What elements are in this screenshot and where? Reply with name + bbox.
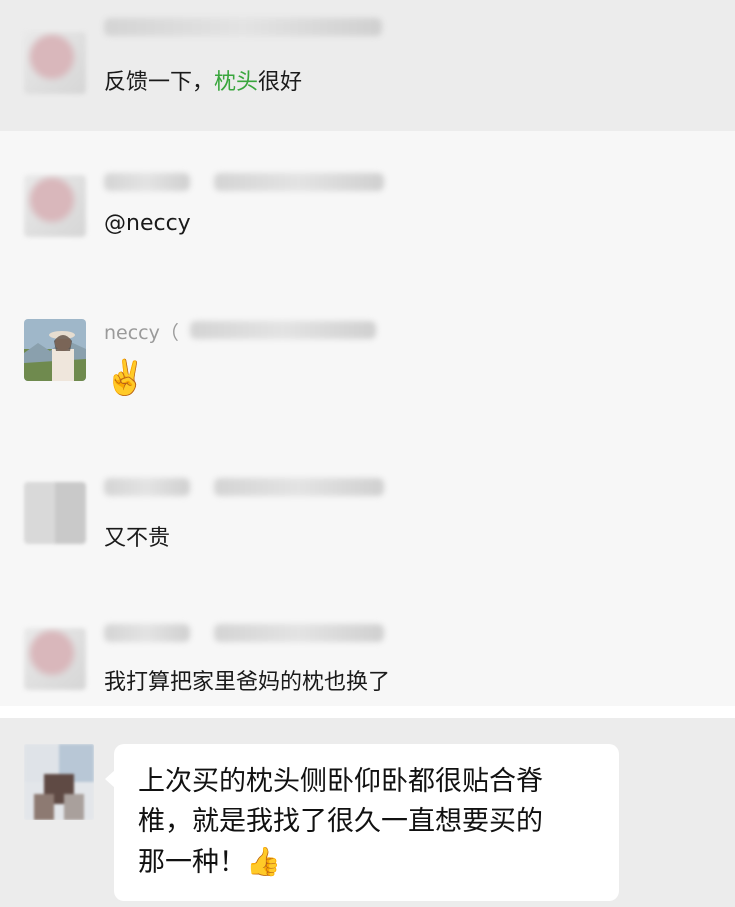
message-text: @neccy (104, 211, 191, 236)
avatar[interactable] (24, 628, 86, 690)
sender-name-blurred (214, 173, 384, 191)
message-text: 反馈一下，枕头很好 (104, 64, 302, 96)
sender-name-blurred (104, 173, 190, 191)
avatar[interactable] (24, 32, 86, 94)
message-line: 上次买的枕头侧卧仰卧都很贴合脊 (138, 766, 543, 797)
message-row[interactable]: 我打算把家里爸妈的枕也换了 (0, 584, 735, 706)
sender-name-blurred (214, 624, 384, 642)
avatar[interactable] (24, 482, 86, 544)
message-text: 又不贵 (104, 526, 171, 551)
message-keyword-link[interactable]: 枕头 (214, 70, 258, 95)
message-line: 椎，就是我找了很久一直想要买的 (138, 806, 543, 837)
message-bubble[interactable]: 上次买的枕头侧卧仰卧都很贴合脊 椎，就是我找了很久一直想要买的 那一种！👍 (105, 744, 619, 901)
message-row[interactable]: neccy（ ✌️ (0, 277, 735, 439)
message-text-before: 反馈一下， (104, 70, 215, 95)
message-row[interactable]: 又不贵 (0, 438, 735, 585)
chat-message-area: 上次买的枕头侧卧仰卧都很贴合脊 椎，就是我找了很久一直想要买的 那一种！👍 (0, 718, 735, 907)
message-line-text: 那一种！ (138, 847, 246, 878)
sender-name: neccy（ (104, 322, 179, 344)
divider (0, 706, 735, 718)
avatar-blurred-icon (24, 744, 94, 820)
message-row[interactable]: 反馈一下，枕头很好 (0, 0, 735, 132)
message-line: 那一种！👍 (138, 842, 599, 883)
chat-history-panel: 反馈一下，枕头很好 @neccy neccy（ ✌️ 又不贵 我打算把家里爸妈的… (0, 0, 735, 706)
avatar-neccy[interactable] (24, 319, 86, 381)
avatar-photo-icon (24, 319, 86, 381)
message-text: 我打算把家里爸妈的枕也换了 (104, 670, 391, 695)
sender-name-blurred (104, 478, 190, 496)
avatar[interactable] (24, 744, 94, 820)
sender-name-blurred (190, 321, 376, 339)
message-row[interactable]: @neccy (0, 131, 735, 278)
sender-name-blurred (104, 18, 382, 36)
avatar[interactable] (24, 175, 86, 237)
message-text-after: 很好 (258, 70, 303, 95)
sender-name-blurred (214, 478, 384, 496)
thumbs-up-icon: 👍 (246, 845, 281, 878)
sender-name-blurred (104, 624, 190, 642)
victory-hand-icon: ✌️ (104, 358, 147, 398)
